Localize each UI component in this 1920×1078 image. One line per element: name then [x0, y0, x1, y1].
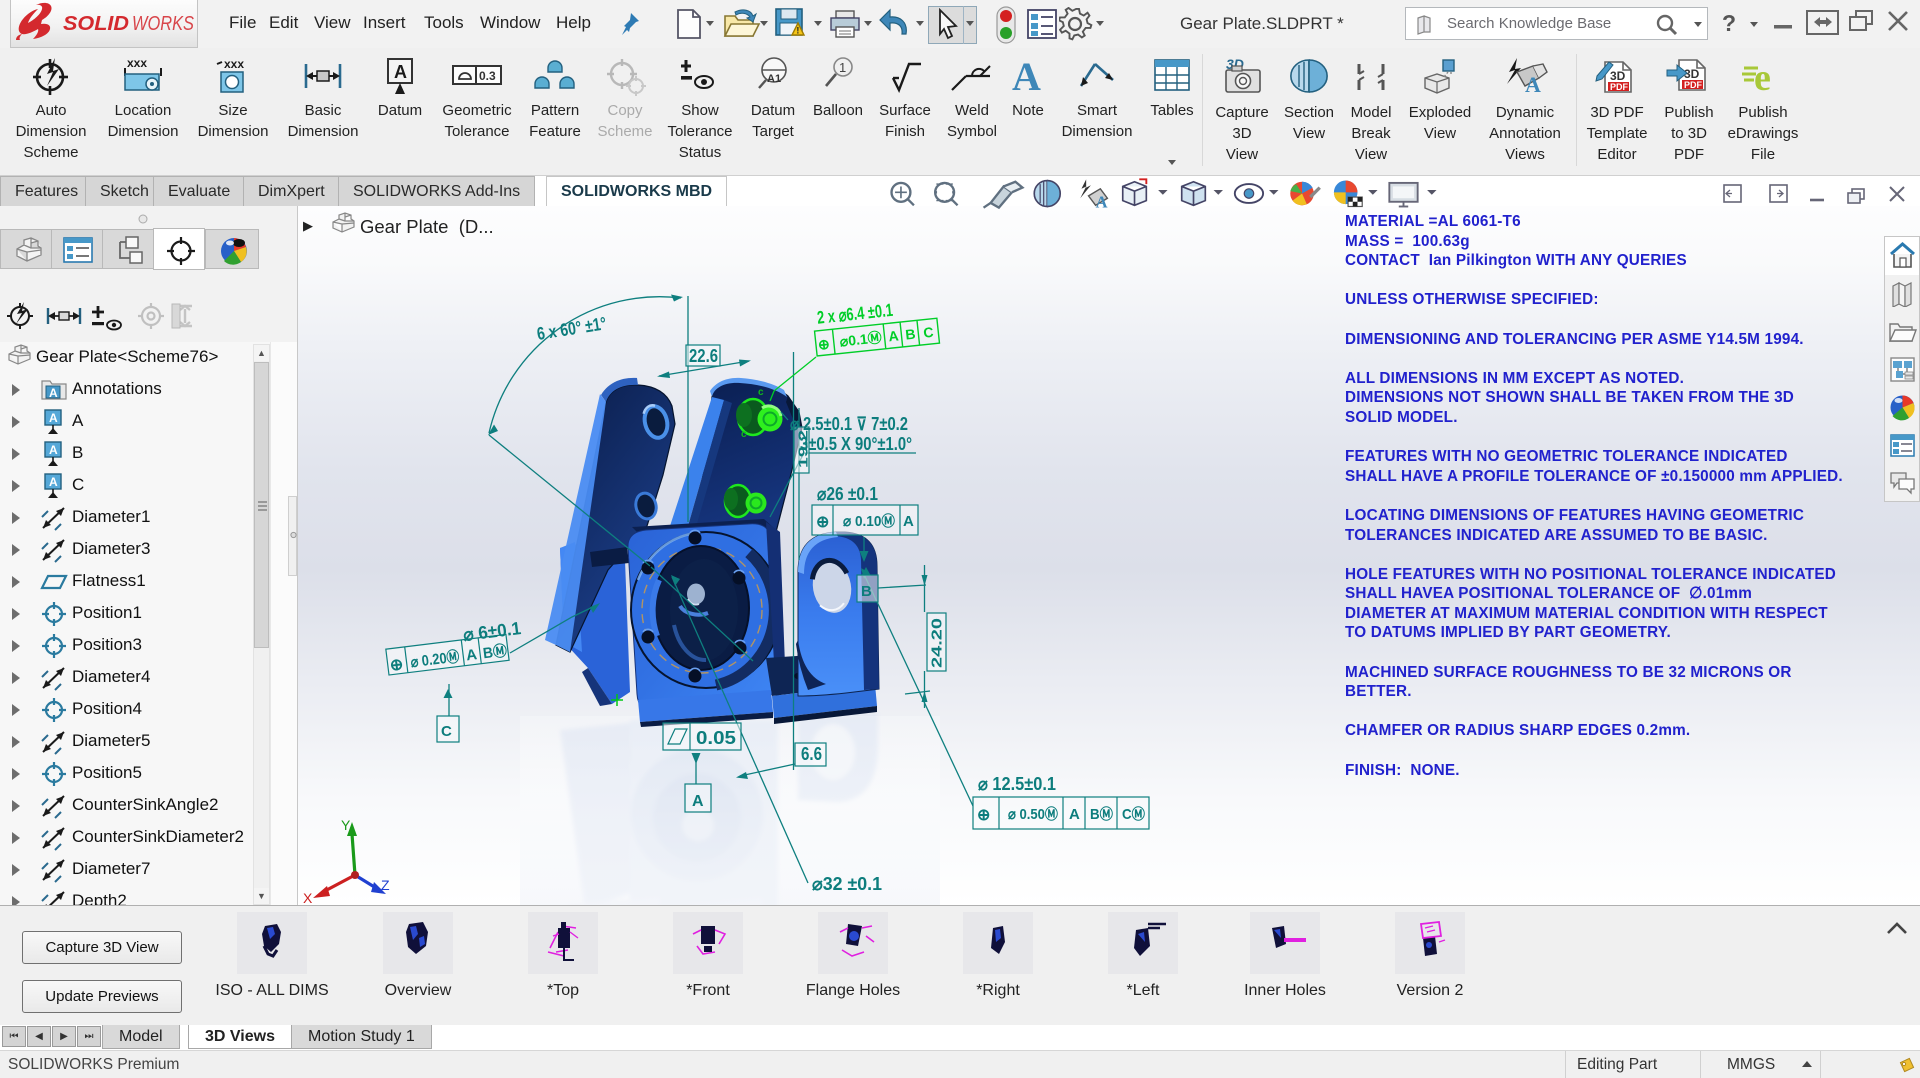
svg-text:A: A — [465, 646, 478, 664]
svg-text:c: c — [758, 387, 764, 398]
svg-text:WORKS: WORKS — [132, 13, 195, 35]
svg-text:A: A — [1096, 193, 1108, 212]
svg-text:⊕: ⊕ — [977, 807, 990, 824]
svg-text:⌀26 ±0.1: ⌀26 ±0.1 — [817, 484, 878, 504]
svg-text:⌀ 6±0.1: ⌀ 6±0.1 — [462, 618, 522, 645]
svg-text:24.20: 24.20 — [929, 618, 946, 668]
svg-text:⌀32 ±0.1: ⌀32 ±0.1 — [812, 874, 882, 894]
svg-text:A: A — [394, 62, 407, 82]
svg-text:Y: Y — [341, 817, 351, 833]
svg-text:6 x 60° ±1°: 6 x 60° ±1° — [535, 313, 607, 344]
svg-text:⌀ 12.5±0.1: ⌀ 12.5±0.1 — [978, 774, 1056, 794]
svg-text:B: B — [905, 326, 917, 343]
svg-text:A: A — [49, 443, 58, 457]
svg-text:xxx: xxx — [224, 57, 244, 71]
svg-text:A1: A1 — [767, 73, 781, 85]
svg-text:A: A — [1069, 806, 1080, 823]
svg-text:C: C — [441, 723, 452, 740]
svg-text:A: A — [903, 513, 914, 530]
svg-text:0.05: 0.05 — [696, 728, 736, 748]
svg-text:C: C — [922, 324, 934, 341]
svg-text:3±0.5 X 90°±1.0°: 3±0.5 X 90°±1.0° — [800, 434, 912, 454]
svg-text:0.3: 0.3 — [479, 69, 496, 83]
svg-text:xxx: xxx — [127, 56, 147, 70]
svg-text:Z: Z — [381, 877, 390, 893]
svg-text:CⓂ: CⓂ — [1122, 805, 1145, 823]
svg-text:BⓂ: BⓂ — [1090, 805, 1113, 823]
svg-text:⊕: ⊕ — [816, 514, 829, 531]
svg-text:BⓂ: BⓂ — [482, 642, 508, 663]
svg-text:A: A — [1012, 56, 1041, 96]
svg-text:c: c — [741, 429, 747, 440]
svg-text:e: e — [1754, 57, 1771, 98]
svg-text:1: 1 — [839, 60, 846, 75]
svg-text:A: A — [49, 475, 58, 489]
svg-text:PDF: PDF — [1684, 80, 1703, 90]
svg-text:SOLID: SOLID — [63, 13, 129, 35]
svg-text:⊕: ⊕ — [817, 336, 830, 353]
svg-text:A: A — [888, 327, 900, 344]
svg-text:PDF: PDF — [1610, 82, 1629, 92]
svg-text:19.2: 19.2 — [797, 430, 811, 468]
svg-text:3D: 3D — [1610, 69, 1626, 83]
svg-text:⌀ 0.50Ⓜ: ⌀ 0.50Ⓜ — [1008, 805, 1058, 823]
svg-text:B: B — [861, 583, 872, 600]
svg-text:⌀ 0.10Ⓜ: ⌀ 0.10Ⓜ — [843, 512, 895, 530]
svg-text:⊕: ⊕ — [389, 656, 404, 675]
svg-text:22.6: 22.6 — [689, 346, 718, 366]
svg-text:A: A — [49, 386, 58, 400]
svg-text:⌀0.1Ⓜ: ⌀0.1Ⓜ — [839, 329, 882, 349]
svg-text:6.6: 6.6 — [801, 744, 822, 764]
svg-text:X: X — [303, 890, 313, 905]
svg-text:A: A — [49, 411, 58, 425]
svg-text:!: ! — [796, 26, 799, 36]
svg-text:A: A — [1525, 72, 1541, 97]
svg-text:A: A — [692, 793, 704, 810]
